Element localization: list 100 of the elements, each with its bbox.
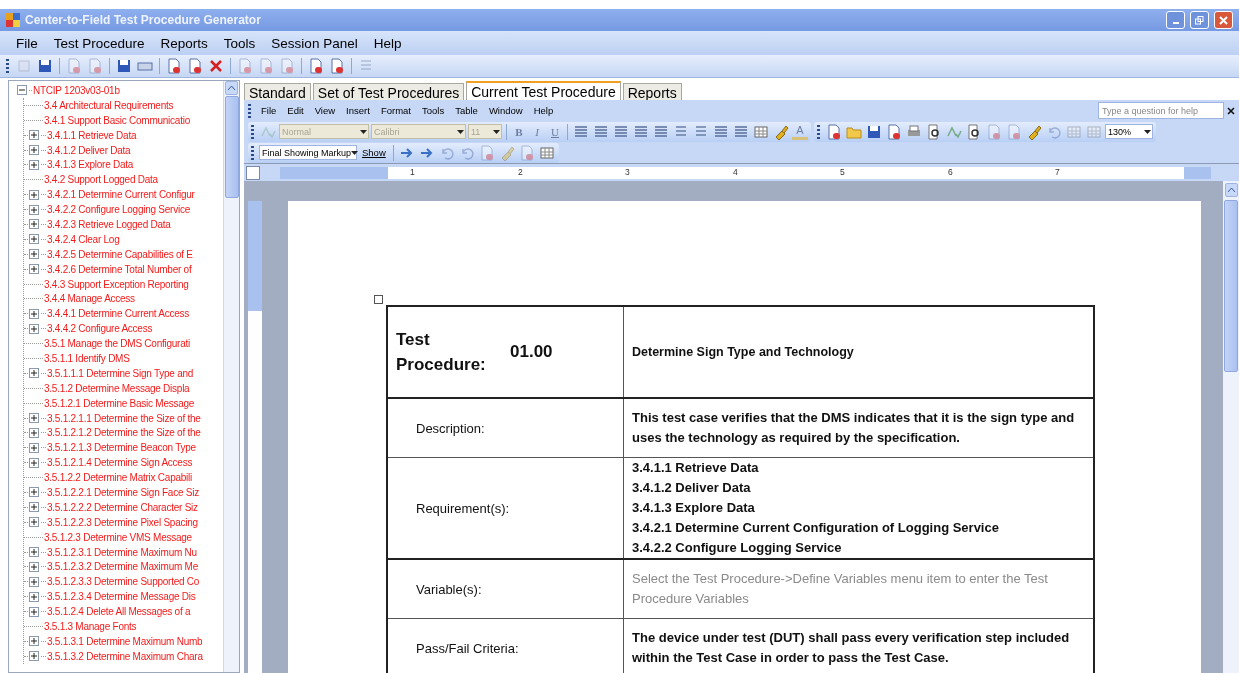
expand-toggle[interactable] — [29, 606, 39, 617]
show-button[interactable]: Show — [359, 147, 389, 158]
toolbar-grip[interactable] — [251, 124, 254, 139]
menu-item[interactable]: File — [257, 105, 281, 116]
tree-item[interactable]: 3.4.1.2 Deliver Data — [47, 144, 131, 156]
tab[interactable]: Reports — [622, 83, 682, 100]
tree-item[interactable]: 3.5.1.2.2.3 Determine Pixel Spacing — [47, 516, 198, 528]
close-icon[interactable] — [1227, 106, 1235, 115]
scrollbar[interactable] — [1223, 181, 1239, 673]
toolbar-grip[interactable] — [251, 145, 254, 160]
tree-item[interactable]: 3.4.1 Support Basic Communicatio — [44, 114, 190, 126]
save-as-icon[interactable] — [115, 57, 133, 75]
markup-box[interactable]: Final Showing Markup — [259, 145, 357, 160]
tree-item[interactable]: 3.4.1.3 Explore Data — [47, 159, 134, 171]
table-move-handle[interactable] — [374, 295, 383, 304]
tree-item[interactable]: 3.5.1.2.2.1 Determine Sign Face Siz — [47, 487, 199, 498]
expand-toggle[interactable] — [29, 130, 39, 141]
expand-toggle[interactable] — [29, 487, 39, 498]
tree-item[interactable]: 3.4.4 Manage Access — [44, 293, 135, 305]
format-button[interactable]: I — [529, 123, 545, 140]
minimize-button[interactable] — [1166, 11, 1185, 29]
tree-item[interactable]: 3.4.2.3 Retrieve Logged Data — [47, 218, 171, 230]
expand-toggle[interactable] — [29, 323, 39, 334]
format-button[interactable]: B — [511, 123, 527, 140]
toolbar-grip[interactable] — [248, 103, 251, 118]
tree-item[interactable]: 3.5.1.2.1.4 Determine Sign Access — [47, 457, 193, 469]
menu-item[interactable]: File — [10, 33, 44, 53]
tree-item[interactable]: 3.5.1 Manage the DMS Configurati — [44, 338, 190, 350]
expand-toggle[interactable] — [29, 264, 39, 275]
menu-item[interactable]: Session Panel — [265, 33, 364, 53]
expand-toggle[interactable] — [29, 204, 39, 215]
tree-item[interactable]: 3.5.1.2.1.3 Determine Beacon Type — [47, 442, 196, 454]
tab-selector[interactable] — [246, 165, 260, 180]
toolbar-grip[interactable] — [817, 124, 820, 139]
expand-toggle[interactable] — [29, 576, 39, 587]
expand-toggle[interactable] — [29, 636, 39, 647]
tab[interactable]: Current Test Procedure — [466, 81, 621, 100]
expand-toggle[interactable] — [29, 308, 39, 319]
tab[interactable]: Standard — [244, 83, 311, 100]
scroll-up-icon[interactable] — [1224, 183, 1238, 197]
new-document-icon[interactable] — [825, 122, 843, 141]
menu-item[interactable]: Help — [367, 33, 408, 53]
menu-item[interactable]: View — [310, 105, 340, 116]
format-button[interactable]: U — [547, 123, 563, 140]
expand-toggle[interactable] — [29, 249, 39, 260]
expand-toggle[interactable] — [29, 517, 39, 528]
menu-item[interactable]: Tools — [417, 105, 449, 116]
expand-toggle[interactable] — [29, 368, 39, 379]
tree-item[interactable]: 3.4 Architectural Requirements — [44, 99, 174, 111]
tree-item[interactable]: 3.5.1.2.1.1 Determine the Size of the — [47, 412, 201, 424]
expand-toggle[interactable] — [29, 145, 39, 155]
scroll-thumb[interactable] — [224, 96, 239, 198]
tree-item[interactable]: 3.5.1.2.4 Delete All Messages of a — [47, 606, 191, 618]
tree-item[interactable]: 3.4.2 Support Logged Data — [44, 174, 158, 186]
document-icon[interactable] — [307, 57, 325, 75]
tree-item[interactable]: 3.4.4.2 Configure Access — [47, 323, 153, 335]
collapse-toggle[interactable] — [17, 85, 27, 96]
expand-toggle[interactable] — [29, 442, 39, 453]
tree-item[interactable]: 3.4.2.1 Determine Current Configur — [47, 189, 195, 201]
help-field[interactable]: Type a question for help — [1098, 102, 1224, 119]
expand-toggle[interactable] — [29, 502, 39, 513]
restore-button[interactable] — [1190, 11, 1209, 29]
tree-item[interactable]: 3.5.1.2.1.2 Determine the Size of the — [47, 427, 201, 439]
expand-toggle[interactable] — [29, 547, 39, 558]
tree-item[interactable]: 3.5.1.3 Manage Fonts — [44, 621, 137, 632]
toolbar-grip[interactable] — [6, 59, 9, 73]
expand-toggle[interactable] — [29, 427, 39, 438]
scroll-thumb[interactable] — [1224, 200, 1238, 372]
menu-item[interactable]: Help — [529, 105, 558, 116]
zoom-box[interactable]: 130% — [1105, 124, 1153, 139]
tree-item[interactable]: 3.5.1.2.3.2 Determine Maximum Me — [47, 561, 198, 573]
close-button[interactable] — [1214, 11, 1233, 29]
document-icon[interactable] — [165, 57, 183, 75]
tree-item[interactable]: 3.5.1.2.1 Determine Basic Message — [44, 397, 195, 409]
tree-item[interactable]: 3.5.1.2.3 Determine VMS Message — [44, 531, 192, 543]
tree-item[interactable]: 3.5.1.3.1 Determine Maximum Numb — [47, 635, 203, 647]
tree-item[interactable]: 3.5.1.2.2 Determine Matrix Capabili — [44, 472, 192, 484]
menu-item[interactable]: Format — [376, 105, 415, 116]
scrollbar[interactable] — [223, 81, 239, 672]
expand-toggle[interactable] — [29, 159, 39, 170]
tab[interactable]: Set of Test Procedures — [312, 83, 465, 100]
tree-item[interactable]: 3.5.1.2 Determine Message Displa — [44, 382, 190, 394]
expand-toggle[interactable] — [29, 413, 39, 424]
expand-toggle[interactable] — [29, 234, 39, 245]
tree-item[interactable]: 3.4.3 Support Exception Reporting — [44, 278, 189, 290]
menu-item[interactable]: Tools — [217, 33, 262, 53]
tree-item[interactable]: 3.5.1.2.3.4 Determine Message Dis — [47, 591, 196, 603]
menu-item[interactable]: Table — [451, 105, 482, 116]
expand-toggle[interactable] — [29, 457, 39, 468]
tree-item[interactable]: 3.4.2.2 Configure Logging Service — [47, 204, 190, 216]
document-icon[interactable] — [186, 57, 204, 75]
tree-item[interactable]: 3.5.1.3.2 Determine Maximum Chara — [47, 650, 203, 662]
tree-item[interactable]: 3.4.2.5 Determine Capabilities of E — [47, 248, 193, 260]
menu-item[interactable]: Edit — [283, 105, 308, 116]
tree-item[interactable]: 3.5.1.2.3.3 Determine Supported Co — [47, 576, 200, 588]
tree-item[interactable]: 3.4.4.1 Determine Current Access — [47, 308, 190, 320]
tree-item[interactable]: 3.5.1.1.1 Determine Sign Type and — [47, 367, 194, 379]
expand-toggle[interactable] — [29, 189, 39, 200]
menu-item[interactable]: Reports — [154, 33, 214, 53]
menu-item[interactable]: Window — [484, 105, 527, 116]
